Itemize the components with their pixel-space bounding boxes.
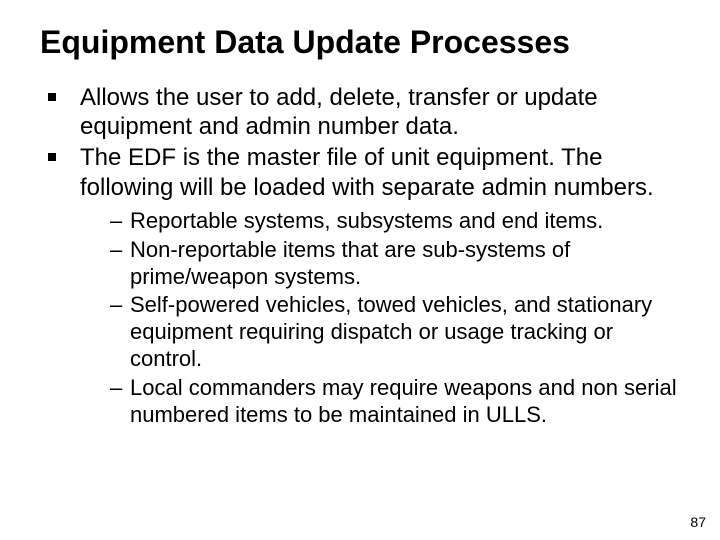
bullet-text: The EDF is the master file of unit equip… xyxy=(80,144,654,200)
sub-bullet-item: – Self-powered vehicles, towed vehicles,… xyxy=(110,292,680,372)
dash-icon: – xyxy=(110,292,122,319)
dash-icon: – xyxy=(110,237,122,264)
sub-bullet-item: – Reportable systems, subsystems and end… xyxy=(110,208,680,235)
bullet-text: Allows the user to add, delete, transfer… xyxy=(80,84,598,140)
sub-bullet-item: – Local commanders may require weapons a… xyxy=(110,375,680,429)
bullet-item: Allows the user to add, delete, transfer… xyxy=(40,83,680,142)
dash-icon: – xyxy=(110,375,122,402)
sub-bullet-text: Non-reportable items that are sub-system… xyxy=(130,237,570,289)
bullet-list: Allows the user to add, delete, transfer… xyxy=(40,83,680,202)
square-bullet-icon xyxy=(48,93,56,101)
sub-bullet-text: Reportable systems, subsystems and end i… xyxy=(130,208,603,233)
sub-bullet-list: – Reportable systems, subsystems and end… xyxy=(40,208,680,429)
sub-bullet-text: Local commanders may require weapons and… xyxy=(130,375,677,427)
sub-bullet-text: Self-powered vehicles, towed vehicles, a… xyxy=(130,292,652,371)
slide-title: Equipment Data Update Processes xyxy=(40,24,680,61)
sub-bullet-item: – Non-reportable items that are sub-syst… xyxy=(110,237,680,291)
page-number: 87 xyxy=(690,514,706,530)
square-bullet-icon xyxy=(48,153,56,161)
dash-icon: – xyxy=(110,208,122,235)
bullet-item: The EDF is the master file of unit equip… xyxy=(40,143,680,202)
slide: Equipment Data Update Processes Allows t… xyxy=(0,0,720,540)
